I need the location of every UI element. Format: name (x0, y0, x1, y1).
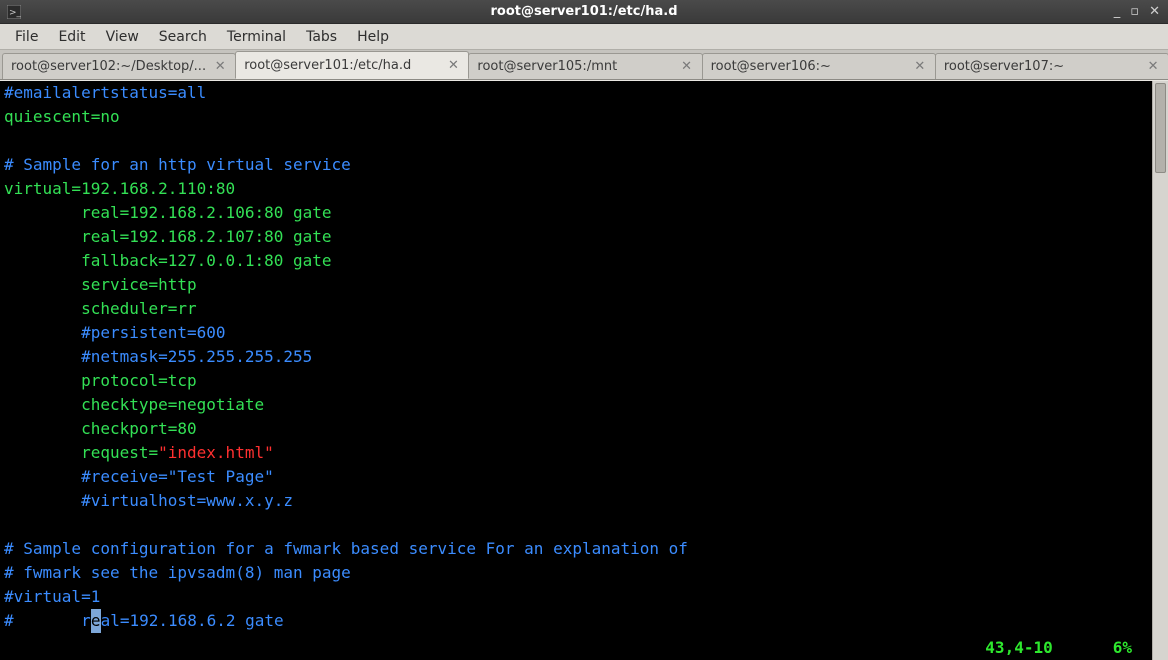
window-maximize-button[interactable]: ▫ (1130, 4, 1139, 19)
terminal-line: fallback=127.0.0.1:80 gate (4, 249, 1148, 273)
terminal-output[interactable]: #emailalertstatus=allquiescent=no # Samp… (0, 81, 1152, 660)
window-close-button[interactable]: ✕ (1149, 4, 1160, 19)
terminal-line: # Sample for an http virtual service (4, 153, 1148, 177)
terminal-line (4, 129, 1148, 153)
vim-status-line: 43,4-10 6% (0, 636, 1152, 660)
tab-label: root@server102:~/Desktop/... (11, 59, 213, 74)
terminal-line: # fwmark see the ipvsadm(8) man page (4, 561, 1148, 585)
tab-label: root@server106:~ (711, 59, 913, 74)
terminal-tab[interactable]: root@server101:/etc/ha.d✕ (235, 51, 469, 79)
terminal-line: # real=192.168.6.2 gate (4, 609, 1148, 633)
scrollbar-thumb[interactable] (1155, 83, 1166, 173)
terminal-line: #virtualhost=www.x.y.z (4, 489, 1148, 513)
terminal-line (4, 513, 1148, 537)
terminal-line: #virtual=1 (4, 585, 1148, 609)
terminal-line: virtual=192.168.2.110:80 (4, 177, 1148, 201)
window-minimize-button[interactable]: _ (1114, 4, 1121, 19)
tab-close-icon[interactable]: ✕ (446, 58, 460, 72)
terminal-area: #emailalertstatus=allquiescent=no # Samp… (0, 80, 1168, 660)
terminal-line: # Sample configuration for a fwmark base… (4, 537, 1148, 561)
cursor-position: 43,4-10 (985, 636, 1052, 660)
terminal-line: #receive="Test Page" (4, 465, 1148, 489)
tab-label: root@server107:~ (944, 59, 1146, 74)
terminal-line: real=192.168.2.107:80 gate (4, 225, 1148, 249)
tab-label: root@server105:/mnt (477, 59, 679, 74)
terminal-line: #netmask=255.255.255.255 (4, 345, 1148, 369)
menu-file[interactable]: File (6, 26, 47, 48)
terminal-line: checktype=negotiate (4, 393, 1148, 417)
terminal-line: service=http (4, 273, 1148, 297)
scroll-percent: 6% (1113, 636, 1132, 660)
tab-bar: root@server102:~/Desktop/...✕root@server… (0, 50, 1168, 80)
terminal-line: #emailalertstatus=all (4, 81, 1148, 105)
tab-label: root@server101:/etc/ha.d (244, 58, 446, 73)
tab-close-icon[interactable]: ✕ (913, 60, 927, 74)
terminal-tab[interactable]: root@server107:~✕ (935, 53, 1168, 79)
menu-help[interactable]: Help (348, 26, 398, 48)
terminal-tab[interactable]: root@server106:~✕ (702, 53, 936, 79)
terminal-line: scheduler=rr (4, 297, 1148, 321)
menu-tabs[interactable]: Tabs (297, 26, 346, 48)
terminal-line: #persistent=600 (4, 321, 1148, 345)
menu-terminal[interactable]: Terminal (218, 26, 295, 48)
tab-close-icon[interactable]: ✕ (213, 60, 227, 74)
terminal-app-icon: >_ (6, 4, 22, 20)
terminal-tab[interactable]: root@server102:~/Desktop/...✕ (2, 53, 236, 79)
window-title: root@server101:/etc/ha.d (0, 4, 1168, 19)
menu-edit[interactable]: Edit (49, 26, 94, 48)
terminal-line: protocol=tcp (4, 369, 1148, 393)
vertical-scrollbar[interactable] (1152, 81, 1168, 660)
terminal-tab[interactable]: root@server105:/mnt✕ (468, 53, 702, 79)
terminal-line: real=192.168.2.106:80 gate (4, 201, 1148, 225)
svg-text:>_: >_ (9, 8, 21, 18)
menu-search[interactable]: Search (150, 26, 216, 48)
window-titlebar: >_ root@server101:/etc/ha.d _ ▫ ✕ (0, 0, 1168, 24)
terminal-line: quiescent=no (4, 105, 1148, 129)
menu-view[interactable]: View (97, 26, 148, 48)
menu-bar: FileEditViewSearchTerminalTabsHelp (0, 24, 1168, 50)
terminal-line: request="index.html" (4, 441, 1148, 465)
tab-close-icon[interactable]: ✕ (1146, 60, 1160, 74)
terminal-line: checkport=80 (4, 417, 1148, 441)
tab-close-icon[interactable]: ✕ (680, 60, 694, 74)
